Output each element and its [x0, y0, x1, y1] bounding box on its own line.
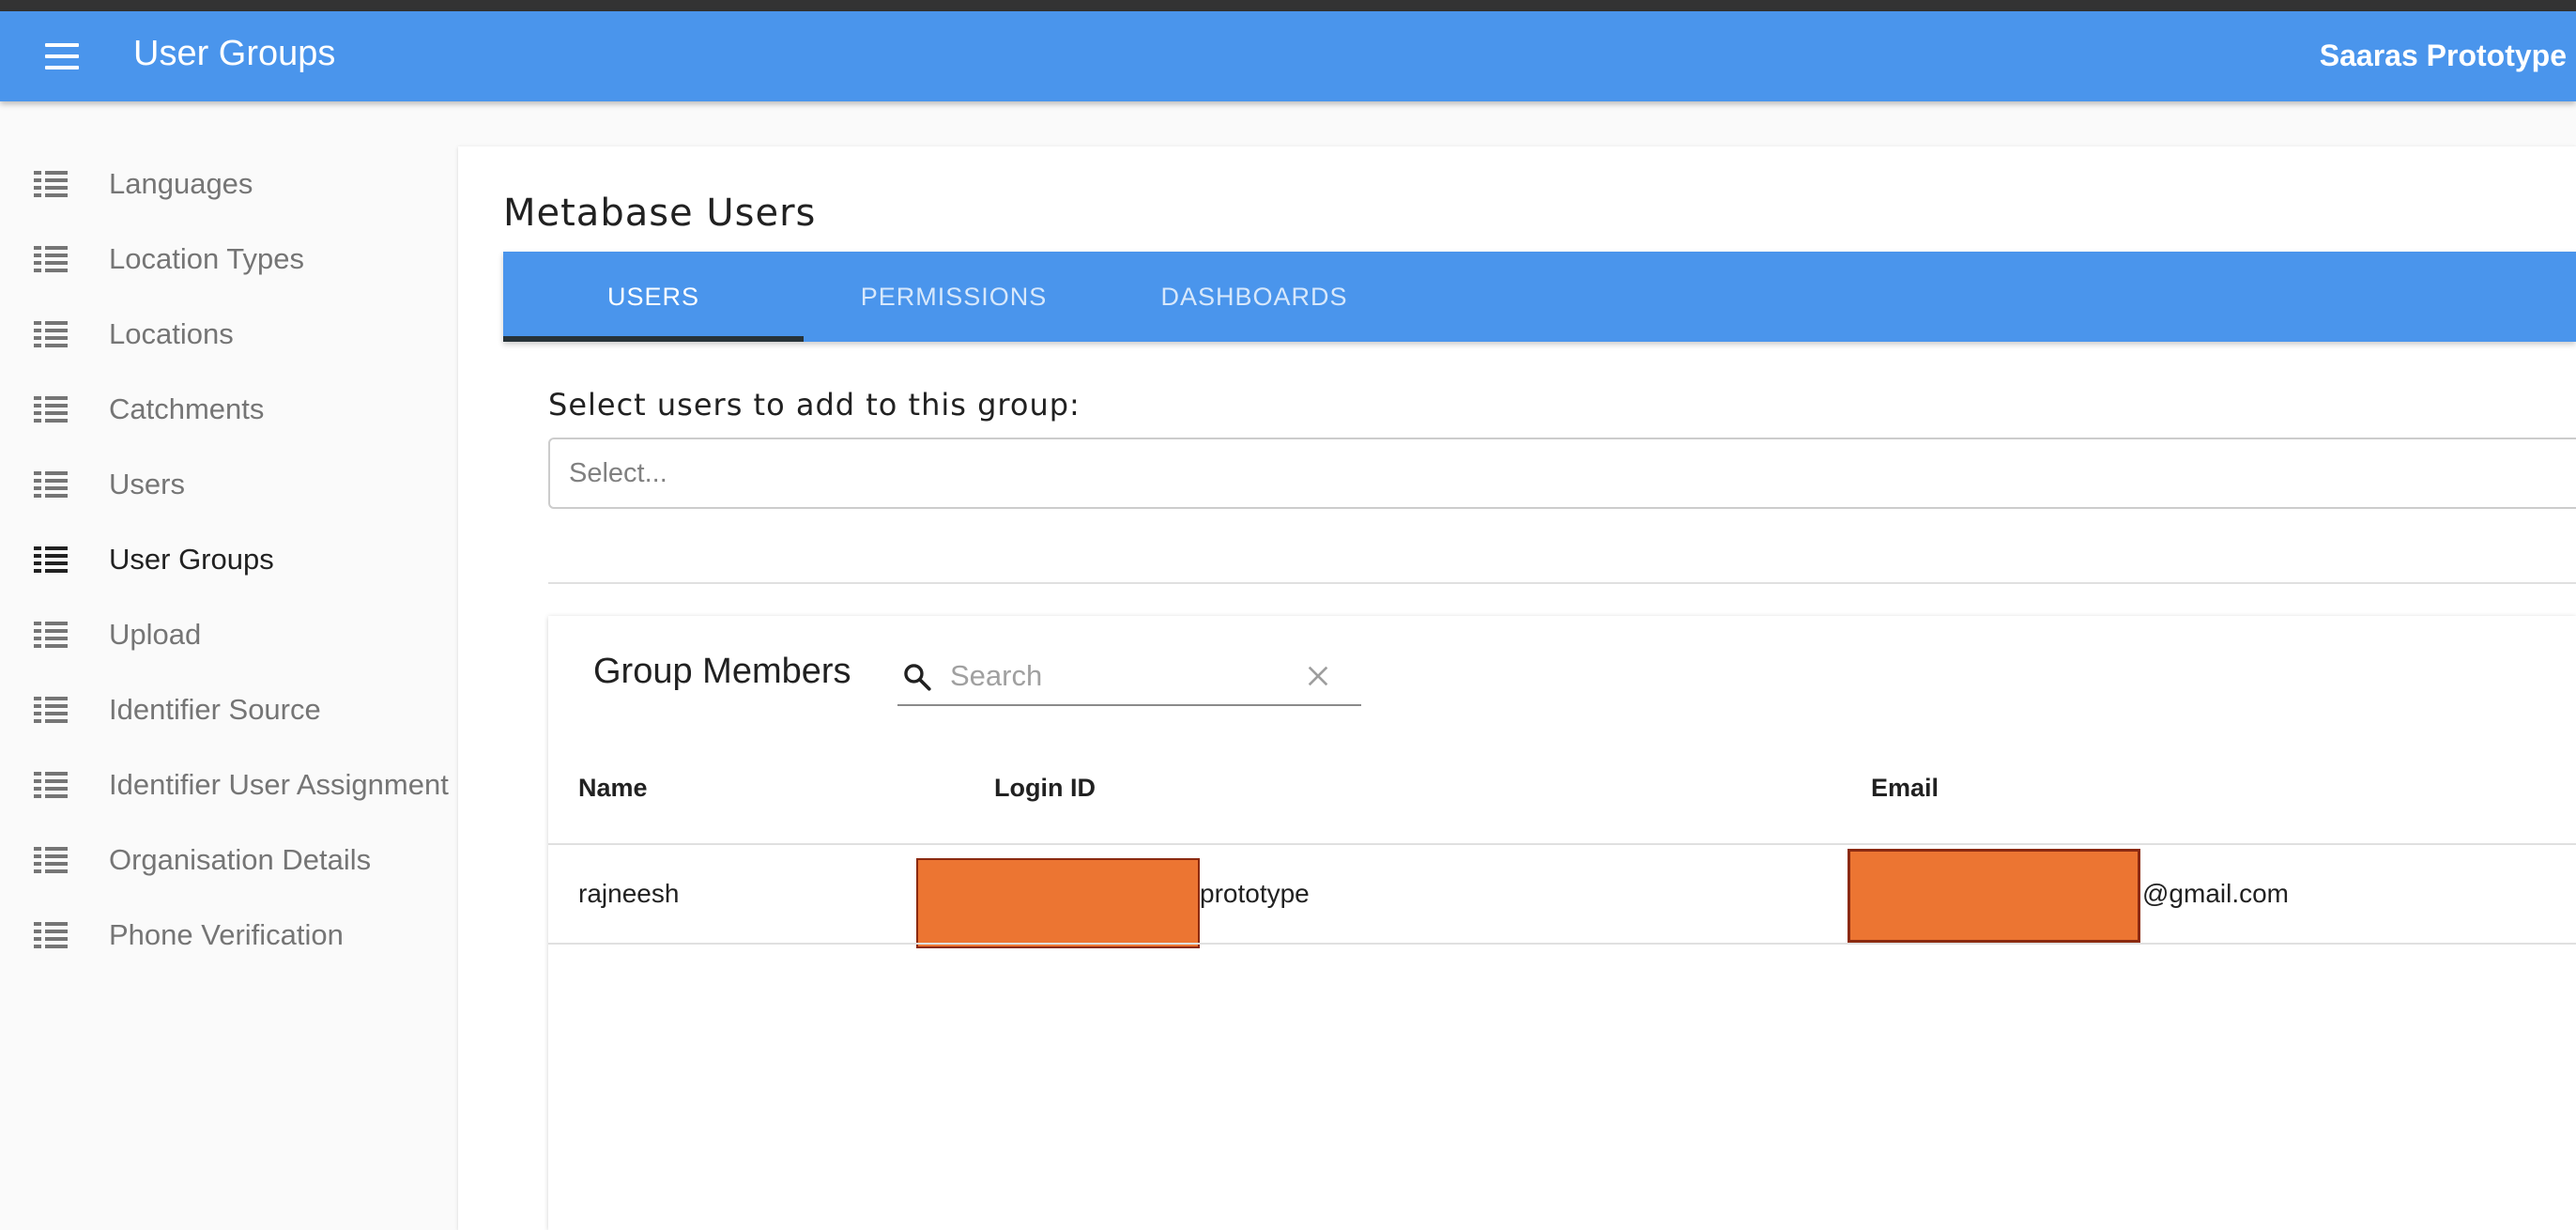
sidebar-item-label: Identifier Source	[109, 693, 321, 726]
sidebar-item-label: Users	[109, 468, 185, 500]
list-icon	[34, 697, 68, 723]
sidebar-item-users[interactable]: Users	[0, 447, 452, 522]
list-icon	[34, 622, 68, 648]
tab-bar: USERS PERMISSIONS DASHBOARDS	[503, 252, 2576, 342]
search-input[interactable]	[950, 655, 1288, 697]
list-icon	[34, 321, 68, 347]
member-email-suffix: @gmail.com	[2142, 879, 2290, 908]
list-icon	[34, 772, 68, 798]
member-name: rajneesh	[578, 879, 680, 908]
column-header-name[interactable]: Name	[578, 774, 648, 803]
sidebar-item-label: Languages	[109, 167, 253, 200]
app-title: User Groups	[133, 34, 336, 73]
header-divider	[548, 843, 2576, 845]
sidebar-item-catchments[interactable]: Catchments	[0, 372, 452, 447]
organisation-name: Saaras Prototype	[2319, 38, 2567, 72]
sidebar-item-identifier-user-assignment[interactable]: Identifier User Assignment	[0, 747, 452, 823]
redacted-login-id	[916, 858, 1200, 948]
row-divider	[548, 943, 2576, 945]
list-icon	[34, 246, 68, 272]
close-icon[interactable]	[1303, 661, 1333, 691]
sidebar-item-user-groups[interactable]: User Groups	[0, 522, 452, 597]
sidebar-item-identifier-source[interactable]: Identifier Source	[0, 672, 452, 747]
group-members-title: Group Members	[593, 652, 851, 691]
sidebar-item-languages[interactable]: Languages	[0, 146, 452, 222]
tab-users[interactable]: USERS	[503, 252, 804, 342]
list-icon	[34, 922, 68, 948]
sidebar-item-label: Organisation Details	[109, 843, 372, 876]
sidebar-item-label: Location Types	[109, 242, 304, 275]
sidebar-item-phone-verification[interactable]: Phone Verification	[0, 898, 452, 973]
sidebar-item-locations[interactable]: Locations	[0, 297, 452, 372]
sidebar-item-upload[interactable]: Upload	[0, 597, 452, 672]
list-icon	[34, 847, 68, 873]
window-top-strip	[0, 0, 2576, 11]
section-divider	[548, 582, 2576, 584]
member-search-field[interactable]	[897, 648, 1361, 706]
hamburger-menu-icon[interactable]	[45, 43, 79, 69]
sidebar-item-label: Upload	[109, 618, 202, 651]
tab-permissions[interactable]: PERMISSIONS	[804, 252, 1104, 342]
sidebar-item-label: Locations	[109, 317, 234, 350]
app-bar: User Groups Saaras Prototype	[0, 11, 2576, 101]
sidebar-item-organisation-details[interactable]: Organisation Details	[0, 823, 452, 898]
page-title: Metabase Users	[503, 192, 817, 235]
user-select-dropdown[interactable]: Select...	[548, 438, 2576, 509]
column-header-login-id[interactable]: Login ID	[994, 774, 1096, 803]
select-placeholder: Select...	[569, 457, 667, 488]
list-icon	[34, 546, 68, 573]
column-header-email[interactable]: Email	[1871, 774, 1939, 803]
member-login-id-suffix: prototype	[1200, 879, 1310, 908]
redacted-email	[1848, 849, 2140, 943]
active-tab-indicator	[503, 336, 804, 342]
group-members-table-card	[548, 616, 2576, 1230]
sidebar: Languages Location Types Locations Catch…	[0, 101, 456, 1230]
search-icon	[904, 664, 931, 691]
sidebar-item-label: User Groups	[109, 543, 274, 576]
select-users-label: Select users to add to this group:	[548, 387, 1081, 423]
tab-dashboards[interactable]: DASHBOARDS	[1104, 252, 1404, 342]
list-icon	[34, 471, 68, 498]
sidebar-item-label: Catchments	[109, 392, 265, 425]
list-icon	[34, 396, 68, 423]
list-icon	[34, 171, 68, 197]
sidebar-item-location-types[interactable]: Location Types	[0, 222, 452, 297]
sidebar-item-label: Identifier User Assignment	[109, 768, 449, 801]
sidebar-item-label: Phone Verification	[109, 918, 344, 951]
